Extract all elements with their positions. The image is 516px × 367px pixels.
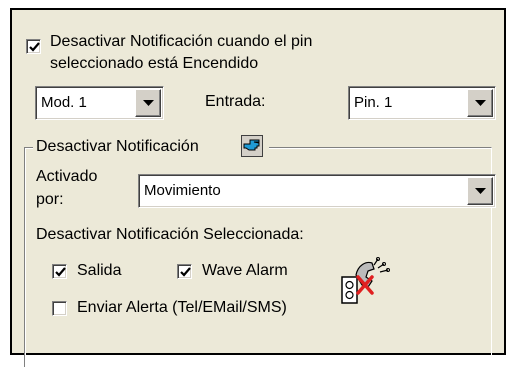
group-title: Desactivar Notificación <box>36 138 199 155</box>
chevron-down-icon <box>475 188 486 194</box>
notification-settings-panel: Desactivar Notificación cuando el pin se… <box>10 8 506 367</box>
checkmark-icon <box>55 267 66 277</box>
module-select-dropdown-button[interactable] <box>135 89 161 117</box>
module-select-value: Mod. 1 <box>41 94 87 111</box>
selected-notification-label: Desactivar Notificación Seleccionada: <box>36 226 304 243</box>
pin-select-dropdown-button[interactable] <box>467 89 493 117</box>
wave-alarm-checkbox[interactable] <box>177 264 192 279</box>
disable-when-pin-on-checkbox[interactable] <box>26 39 41 54</box>
wave-alarm-label: Wave Alarm <box>202 262 288 279</box>
activated-by-label-line1: Activado <box>36 168 98 185</box>
output-checkbox[interactable] <box>52 264 67 279</box>
hand-pointer-icon[interactable] <box>241 135 263 157</box>
chevron-down-icon <box>143 100 154 106</box>
group-legend: Desactivar Notificación <box>33 135 269 159</box>
disabled-phone-alert-icon <box>340 255 392 315</box>
pin-select[interactable]: Pin. 1 <box>348 86 496 120</box>
pin-select-value: Pin. 1 <box>354 94 393 111</box>
module-select[interactable]: Mod. 1 <box>35 86 164 120</box>
activated-by-label-line2: por: <box>36 191 64 208</box>
checkmark-icon <box>29 42 40 52</box>
send-alert-checkbox[interactable] <box>52 301 67 316</box>
activated-by-dropdown-button[interactable] <box>467 177 493 205</box>
input-label: Entrada: <box>205 93 266 110</box>
output-label: Salida <box>77 262 122 279</box>
send-alert-label: Enviar Alerta (Tel/EMail/SMS) <box>77 299 287 316</box>
activated-by-select[interactable]: Movimiento <box>138 174 496 208</box>
checkmark-icon <box>180 267 191 277</box>
disable-when-pin-on-label-line2: seleccionado está Encendido <box>50 55 259 72</box>
chevron-down-icon <box>475 100 486 106</box>
activated-by-select-value: Movimiento <box>144 182 221 199</box>
disable-when-pin-on-label-line1: Desactivar Notificación cuando el pin <box>50 33 313 50</box>
